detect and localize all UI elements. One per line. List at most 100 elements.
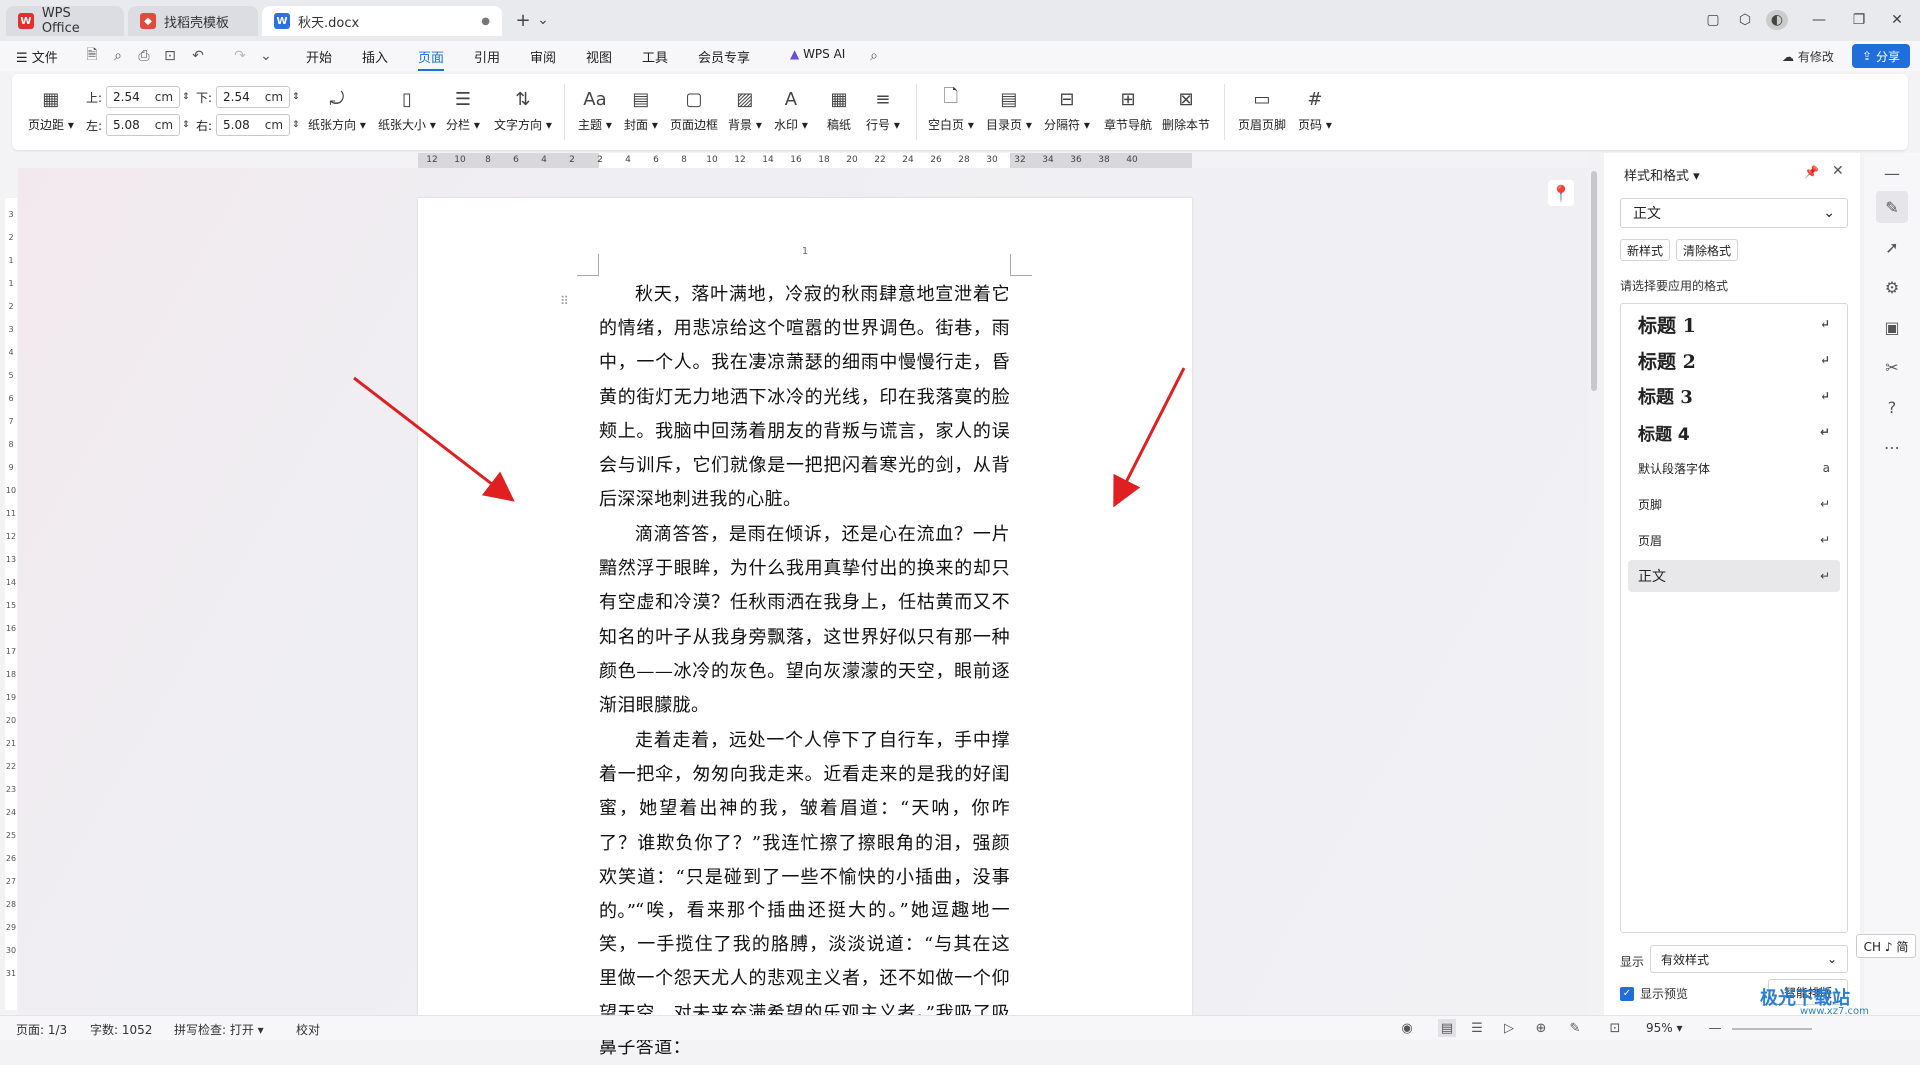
menu-view[interactable]: 视图: [586, 47, 612, 66]
collapse-icon[interactable]: —: [1876, 157, 1908, 189]
zoom-slider[interactable]: [1732, 1028, 1812, 1030]
menu-start[interactable]: 开始: [306, 47, 332, 66]
margins-button[interactable]: ▦ 页边距 ▾: [28, 86, 74, 133]
vertical-scrollbar[interactable]: [1588, 153, 1600, 1013]
menu-review[interactable]: 审阅: [530, 47, 556, 66]
theme-button[interactable]: Aa 主题 ▾: [578, 86, 612, 133]
section-nav-button[interactable]: ⊞ 章节导航: [1104, 86, 1152, 133]
pin-icon[interactable]: 📌: [1804, 165, 1819, 179]
style-item-heading1[interactable]: 标题 1 ↵: [1628, 308, 1840, 340]
find-icon[interactable]: ⌕: [108, 46, 128, 66]
horizontal-ruler[interactable]: 12 10 8 6 4 2 2 4 6 8 10 12 14 16 18 20 22 24 26 28 30 32 34 36…: [418, 153, 1192, 168]
cube-icon[interactable]: ⬡: [1734, 10, 1756, 30]
select-cursor-icon[interactable]: ➚: [1876, 231, 1908, 263]
toc-page-button[interactable]: ▤ 目录页 ▾: [986, 86, 1032, 133]
new-tab-button[interactable]: +: [512, 10, 534, 31]
search-icon[interactable]: ⌕: [864, 46, 884, 66]
more-icon[interactable]: ⋯: [1876, 431, 1908, 463]
more-dropdown-icon[interactable]: ⌄: [256, 46, 276, 66]
ime-indicator[interactable]: CH ♪ 简: [1856, 934, 1916, 958]
spell-check[interactable]: 拼写检查: 打开 ▾: [174, 1021, 264, 1038]
minimize-icon[interactable]: —: [1808, 10, 1830, 30]
blank-page-button[interactable]: 🗋 空白页 ▾: [928, 86, 974, 133]
page-view-icon[interactable]: ▤: [1438, 1019, 1456, 1037]
columns-button[interactable]: ☰ 分栏 ▾: [446, 86, 480, 133]
current-style-select[interactable]: 正文 ⌄: [1620, 198, 1848, 228]
tab-wps-office[interactable]: W WPS Office: [6, 6, 124, 36]
page-border-button[interactable]: ▢ 页面边框: [670, 86, 718, 133]
menu-insert[interactable]: 插入: [362, 47, 388, 66]
panel-title[interactable]: 样式和格式 ▾: [1624, 165, 1700, 184]
help-icon[interactable]: ?: [1876, 391, 1908, 423]
show-filter-select[interactable]: 有效样式 ⌄: [1650, 945, 1848, 973]
style-item-header[interactable]: 页眉 ↵: [1628, 524, 1840, 556]
vertical-ruler[interactable]: 3 2 1 1 2 3 4 5 6 7 8 9 10 11 12 13 14 15 16 17 18 19 20 21 22 23…: [5, 198, 17, 1010]
eye-protection-icon[interactable]: ◉: [1398, 1019, 1416, 1037]
zoom-out-icon[interactable]: —: [1706, 1019, 1724, 1037]
save-icon[interactable]: 🗎: [82, 46, 102, 66]
modified-status[interactable]: ☁ 有修改: [1782, 48, 1834, 65]
clear-format-button[interactable]: 清除格式: [1676, 239, 1739, 261]
tab-list-dropdown-icon[interactable]: ⌄: [532, 10, 554, 30]
undo-icon[interactable]: ↶: [188, 46, 208, 66]
menu-page[interactable]: 页面: [418, 47, 445, 71]
play-icon[interactable]: ▷: [1500, 1019, 1518, 1037]
drag-handle-icon[interactable]: ⠿: [560, 294, 569, 308]
location-pin-icon[interactable]: 📍: [1548, 180, 1574, 206]
proofread-button[interactable]: 校对: [296, 1021, 320, 1038]
spinner-icon[interactable]: ⇕: [182, 120, 190, 130]
print-preview-icon[interactable]: ⊡: [160, 46, 180, 66]
menu-member[interactable]: 会员专享: [698, 47, 750, 66]
close-icon[interactable]: ✕: [1886, 10, 1908, 30]
outline-view-icon[interactable]: ☰: [1468, 1019, 1486, 1037]
menu-reference[interactable]: 引用: [474, 47, 500, 66]
file-menu[interactable]: ☰ 文件: [16, 47, 58, 66]
spinner-icon[interactable]: ⇕: [292, 120, 300, 130]
zoom-level[interactable]: 95% ▾: [1646, 1021, 1683, 1035]
spinner-icon[interactable]: ⇕: [182, 92, 190, 102]
write-icon[interactable]: ✎: [1566, 1019, 1584, 1037]
paper-size-button[interactable]: ▯ 纸张大小 ▾: [378, 86, 436, 133]
manuscript-button[interactable]: ▦ 稿纸: [826, 86, 852, 133]
page-number-button[interactable]: # 页码 ▾: [1298, 86, 1332, 133]
avatar[interactable]: ◐: [1766, 10, 1788, 30]
paragraph[interactable]: 滴滴答答，是雨在倾诉，还是心在流血？一片黯然浮于眼眸，为什么我用真挚付出的换来的…: [599, 518, 1010, 723]
style-item-body[interactable]: 正文 ↵: [1628, 560, 1840, 592]
print-icon[interactable]: ⎙: [134, 46, 154, 66]
tab-templates[interactable]: ◆ 找稻壳模板: [128, 6, 258, 36]
margin-left-input[interactable]: 5.08 cm: [106, 114, 181, 136]
margin-right-input[interactable]: 5.08 cm: [216, 114, 291, 136]
spinner-icon[interactable]: ⇕: [292, 92, 300, 102]
header-footer-button[interactable]: ▭ 页眉页脚: [1238, 86, 1286, 133]
style-item-footer[interactable]: 页脚 ↵: [1628, 488, 1840, 520]
background-button[interactable]: ▨ 背景 ▾: [728, 86, 762, 133]
unsaved-dot-icon[interactable]: ●: [481, 16, 490, 27]
delete-section-button[interactable]: ⊠ 删除本节: [1162, 86, 1210, 133]
show-preview-checkbox[interactable]: ✓ 显示预览: [1620, 985, 1688, 1002]
scrollbar-thumb[interactable]: [1591, 171, 1597, 391]
separator-button[interactable]: ⊟ 分隔符 ▾: [1044, 86, 1090, 133]
word-count[interactable]: 字数: 1052: [90, 1021, 152, 1038]
restore-icon[interactable]: ❐: [1848, 10, 1870, 30]
watermark-button[interactable]: A 水印 ▾: [774, 86, 808, 133]
cover-button[interactable]: ▤ 封面 ▾: [624, 86, 658, 133]
share-button[interactable]: ⇪ 分享: [1852, 44, 1910, 68]
menu-tools[interactable]: 工具: [642, 47, 668, 66]
fit-page-icon[interactable]: ⊡: [1606, 1019, 1624, 1037]
image-edit-icon[interactable]: ▣: [1876, 311, 1908, 343]
paragraph[interactable]: 秋天，落叶满地，冷寂的秋雨肆意地宣泄着它的情绪，用悲凉给这个喧嚣的世界调色。街巷…: [599, 278, 1010, 517]
style-item-heading3[interactable]: 标题 3 ↵: [1628, 380, 1840, 412]
page-count[interactable]: 页面: 1/3: [16, 1021, 67, 1038]
style-item-default-font[interactable]: 默认段落字体 a: [1628, 452, 1840, 484]
style-item-heading2[interactable]: 标题 2 ↵: [1628, 344, 1840, 376]
adjust-sliders-icon[interactable]: ⚙: [1876, 271, 1908, 303]
tools-icon[interactable]: ✂: [1876, 351, 1908, 383]
style-item-heading4[interactable]: 标题 4 ↵: [1628, 416, 1840, 448]
tab-document[interactable]: W 秋天.docx ●: [262, 6, 502, 36]
wps-ai-button[interactable]: ▲ WPS AI: [790, 47, 845, 61]
close-panel-icon[interactable]: ✕: [1832, 163, 1844, 179]
web-view-icon[interactable]: ⊕: [1532, 1019, 1550, 1037]
styles-pen-icon[interactable]: ✎: [1876, 191, 1908, 223]
document-page[interactable]: 1 ⠿ 秋天，落叶满地，冷寂的秋雨肆意地宣泄着它的情绪，用悲凉给这个喧嚣的世界调…: [418, 198, 1192, 1058]
margin-top-input[interactable]: 2.54 cm: [106, 86, 181, 108]
